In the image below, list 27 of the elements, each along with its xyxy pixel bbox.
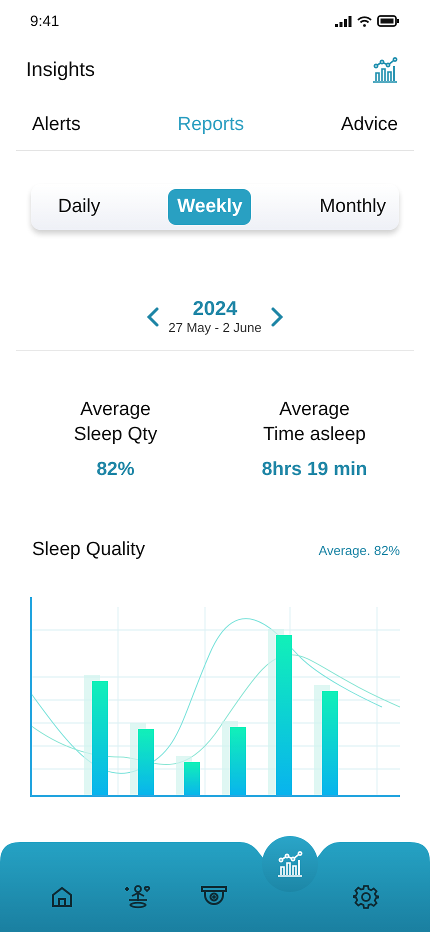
stat-value: 8hrs 19 min [262,459,368,481]
average-label: Average. 82% [318,542,400,558]
battery-icon [377,15,400,27]
wifi-icon [357,16,372,26]
tab[interactable]: Advice [340,114,398,136]
page-title: Insights [26,58,95,82]
signal-icon [335,16,352,26]
date-range: 27 May - 2 June [168,320,262,336]
next-week-button[interactable] [270,306,284,328]
meditating-person-icon [124,883,152,911]
tab[interactable]: Alerts [32,114,81,136]
stat-value: 82% [96,459,135,481]
status-time: 9:41 [30,12,60,30]
period-tab[interactable]: Daily [49,189,110,225]
settings-icon [353,884,379,910]
year-label: 2024 [192,298,238,320]
analytics-icon [277,851,303,877]
chart-title: Sleep Quality [32,539,146,561]
previous-week-button[interactable] [146,306,160,328]
home-nav-button[interactable] [50,885,74,909]
stat-label: Average Time asleep [263,398,366,447]
period-tab[interactable]: Monthly [310,189,395,225]
home-icon [50,885,74,909]
stat-label: Average Sleep Qty [74,398,158,447]
meditation-nav-button[interactable] [124,883,152,911]
settings-nav-button[interactable] [353,884,379,910]
insights-chart-icon[interactable] [372,57,398,83]
